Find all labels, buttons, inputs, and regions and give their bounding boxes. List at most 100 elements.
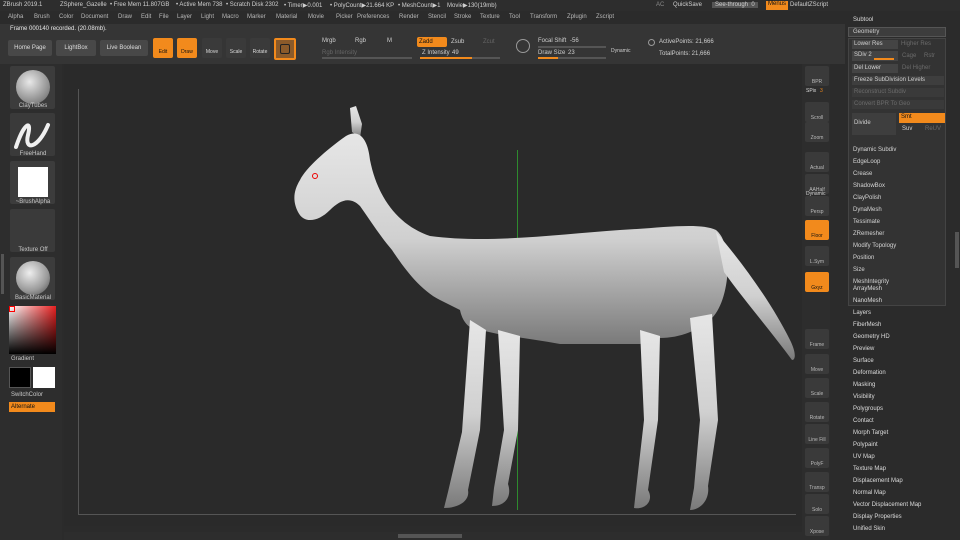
draw-button[interactable]: Draw [177, 38, 197, 58]
quicksave-button[interactable]: QuickSave [673, 2, 702, 8]
divide-button[interactable]: Divide [852, 113, 896, 135]
freeze-subdiv-button[interactable]: Freeze SubDivision Levels [852, 76, 944, 85]
subpalette-nanomesh[interactable]: NanoMesh [853, 298, 882, 304]
polyf-button[interactable]: PolyF [805, 448, 829, 468]
left-resize-handle[interactable] [1, 254, 4, 294]
menu-texture[interactable]: Texture [480, 14, 500, 20]
menu-brush[interactable]: Brush [34, 14, 50, 20]
scale-view-button[interactable]: Scale [805, 378, 829, 398]
reconstruct-subdiv-button[interactable]: Reconstruct Subdiv [852, 88, 944, 97]
menu-color[interactable]: Color [59, 14, 73, 20]
geometry-item-dynamic-subdiv[interactable]: Dynamic Subdiv [853, 147, 896, 153]
subpalette-normal-map[interactable]: Normal Map [853, 490, 886, 496]
menu-draw[interactable]: Draw [118, 14, 132, 20]
menu-marker[interactable]: Marker [247, 14, 266, 20]
zcut-button[interactable]: Zcut [483, 39, 495, 45]
subpalette-polygroups[interactable]: Polygroups [853, 406, 883, 412]
focal-shift-slider[interactable] [538, 46, 606, 48]
menu-preferences[interactable]: Preferences [357, 14, 389, 20]
del-lower-button[interactable]: Del Lower [852, 64, 898, 73]
geometry-item-position[interactable]: Position [853, 255, 874, 261]
subtool-header[interactable]: Subtool [853, 17, 873, 23]
subpalette-contact[interactable]: Contact [853, 418, 874, 424]
geometry-item-dynamesh[interactable]: DynaMesh [853, 207, 882, 213]
cage-button[interactable]: Cage [902, 53, 916, 59]
geometry-item-tessimate[interactable]: Tessimate [853, 219, 880, 225]
menu-zplugin[interactable]: Zplugin [567, 14, 587, 20]
bpr-button[interactable]: BPR [805, 66, 829, 86]
geometry-item-crease[interactable]: Crease [853, 171, 872, 177]
subpalette-uv-map[interactable]: UV Map [853, 454, 875, 460]
gxyz-button[interactable]: Gxyz [805, 272, 829, 292]
reuv-button[interactable]: ReUV [925, 126, 941, 132]
secondary-color-swatch[interactable] [33, 367, 55, 388]
xpose-button[interactable]: Xpose [805, 516, 829, 536]
color-picker[interactable] [9, 306, 56, 354]
gazelle-mesh[interactable] [270, 100, 810, 520]
solo-button[interactable]: Solo [805, 494, 829, 514]
lsym-button[interactable]: L.Sym [805, 246, 829, 266]
zadd-button[interactable]: Zadd [417, 37, 447, 47]
alpha-thumbnail[interactable] [10, 161, 55, 204]
zoom-button[interactable]: Zoom [805, 122, 829, 142]
menu-macro[interactable]: Macro [222, 14, 239, 20]
menu-document[interactable]: Document [81, 14, 108, 20]
subpalette-surface[interactable]: Surface [853, 358, 874, 364]
subpalette-deformation[interactable]: Deformation [853, 370, 886, 376]
subpalette-arraymesh[interactable]: ArrayMesh [853, 286, 882, 292]
higher-res-button[interactable]: Higher Res [901, 41, 931, 47]
geometry-item-zremesher[interactable]: ZRemesher [853, 231, 884, 237]
actual-button[interactable]: Actual [805, 152, 829, 172]
brush-icon-button[interactable] [274, 38, 296, 60]
menu-movie[interactable]: Movie [308, 14, 324, 20]
geometry-header[interactable]: Geometry [848, 27, 946, 37]
menu-alpha[interactable]: Alpha [8, 14, 23, 20]
menu-tool[interactable]: Tool [509, 14, 520, 20]
smt-toggle[interactable]: Smt [899, 113, 945, 123]
material-thumbnail[interactable] [10, 257, 55, 300]
menu-stroke[interactable]: Stroke [454, 14, 471, 20]
del-higher-button[interactable]: Del Higher [902, 65, 930, 71]
lightbox-button[interactable]: LightBox [56, 40, 96, 56]
menu-stencil[interactable]: Stencil [428, 14, 446, 20]
rgb-intensity-slider[interactable] [322, 57, 412, 59]
subpalette-fibermesh[interactable]: FiberMesh [853, 322, 881, 328]
subpalette-layers[interactable]: Layers [853, 310, 871, 316]
floor-button[interactable]: Floor [805, 220, 829, 240]
dynamic-toggle[interactable]: Dynamic [611, 48, 630, 54]
subpalette-display-properties[interactable]: Display Properties [853, 514, 902, 520]
mrgb-button[interactable]: Mrgb [322, 38, 336, 44]
live-boolean-button[interactable]: Live Boolean [100, 40, 148, 56]
menu-layer[interactable]: Layer [177, 14, 192, 20]
menu-render[interactable]: Render [399, 14, 419, 20]
z-intensity-slider[interactable] [420, 57, 500, 59]
geometry-item-claypolish[interactable]: ClayPolish [853, 195, 881, 201]
seethrough-slider[interactable]: See-through 0 [712, 2, 758, 8]
frame-button[interactable]: Frame [805, 329, 829, 349]
subpalette-geometry-hd[interactable]: Geometry HD [853, 334, 890, 340]
scale-button[interactable]: Scale [226, 38, 246, 58]
subpalette-visibility[interactable]: Visibility [853, 394, 875, 400]
rgb-button[interactable]: Rgb [355, 38, 366, 44]
geometry-item-modify-topology[interactable]: Modify Topology [853, 243, 896, 249]
menu-light[interactable]: Light [201, 14, 214, 20]
rstr-button[interactable]: Rstr [924, 53, 935, 59]
draw-size-slider[interactable] [538, 57, 606, 59]
lower-res-button[interactable]: Lower Res [852, 40, 898, 49]
menus-button[interactable]: Menus [766, 1, 789, 10]
sdiv-slider[interactable]: SDiv 2 [852, 51, 898, 61]
subpalette-preview[interactable]: Preview [853, 346, 874, 352]
edit-button[interactable]: Edit [153, 38, 173, 58]
geometry-item-shadowbox[interactable]: ShadowBox [853, 183, 885, 189]
bottom-resize-handle[interactable] [398, 534, 462, 538]
focal-shift-icon[interactable] [516, 39, 530, 53]
subpalette-displacement-map[interactable]: Displacement Map [853, 478, 903, 484]
texture-thumbnail[interactable] [10, 209, 55, 252]
palette-scrollbar[interactable] [955, 232, 959, 268]
menu-material[interactable]: Material [276, 14, 297, 20]
transp-button[interactable]: Transp [805, 472, 829, 492]
subpalette-morph-target[interactable]: Morph Target [853, 430, 888, 436]
m-button[interactable]: M [387, 38, 392, 44]
scroll-button[interactable]: Scroll [805, 102, 829, 122]
menu-file[interactable]: File [159, 14, 169, 20]
